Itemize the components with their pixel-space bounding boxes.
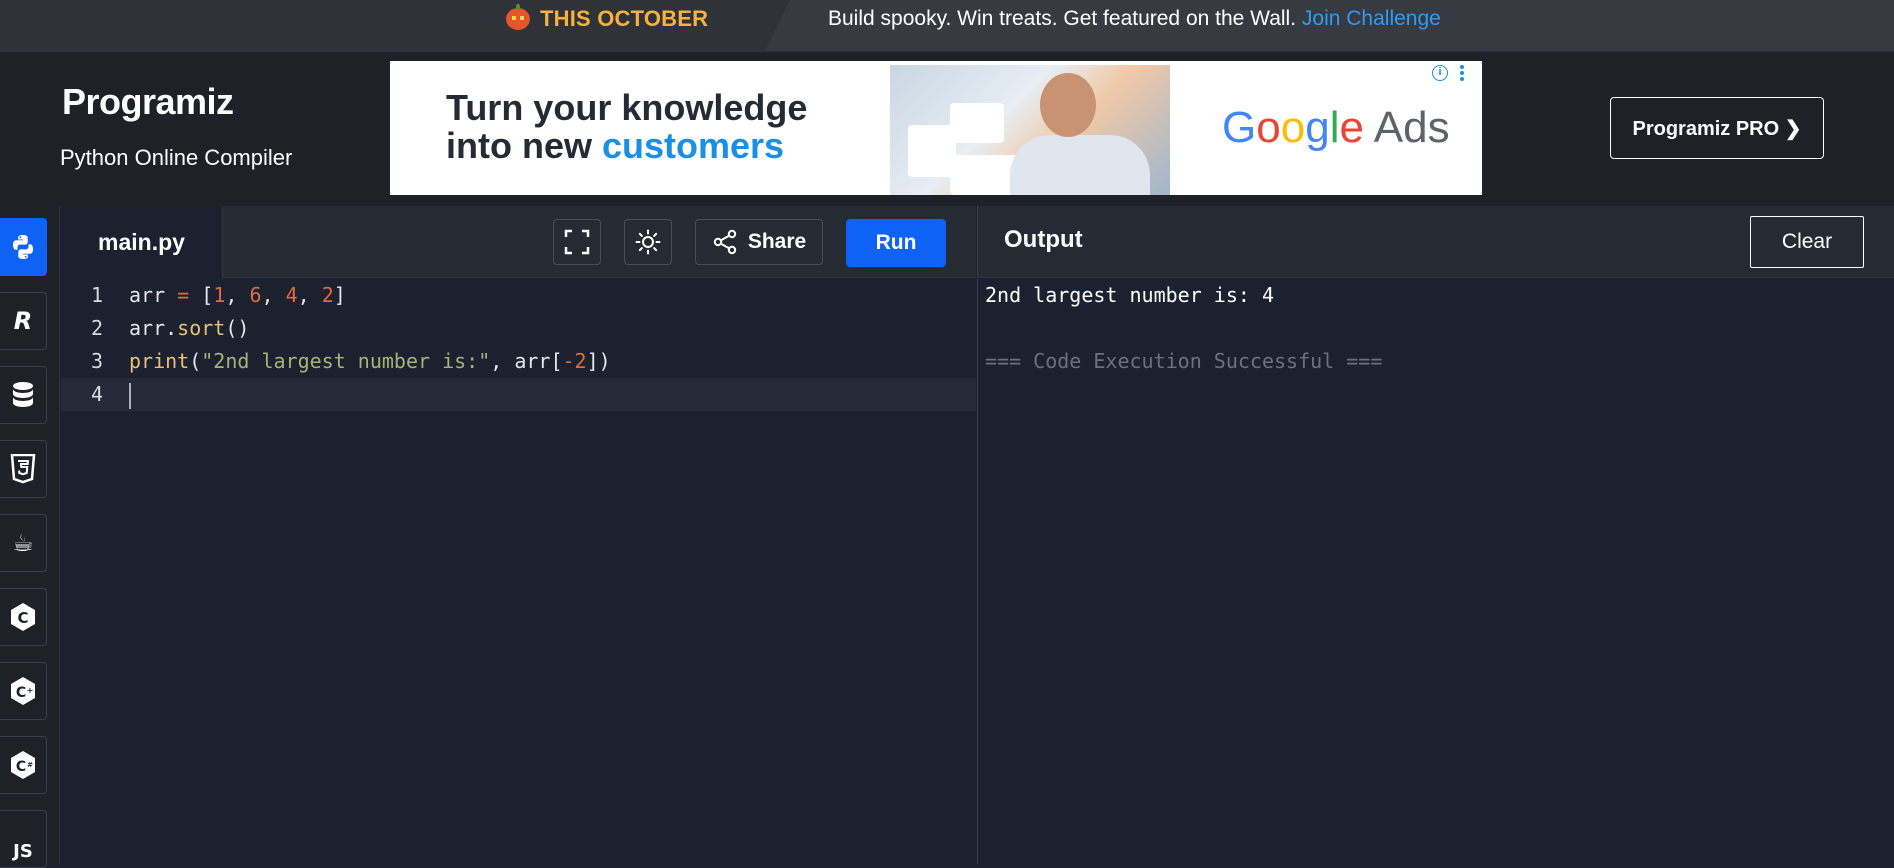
clear-button[interactable]: Clear [1750,216,1864,268]
output-console: 2nd largest number is: 4 === Code Execut… [977,279,1894,864]
lang-cpp-button[interactable]: C + [0,662,47,720]
ad-more-icon[interactable] [1460,65,1464,83]
ad-headline-accent: customers [602,125,785,166]
fullscreen-icon [564,229,590,255]
output-header: Output Clear [977,206,1894,278]
python-icon [13,235,33,259]
code-text: arr.sort() [129,316,250,340]
ad-headline-line1: Turn your knowledge [446,87,808,128]
html5-icon [10,454,36,484]
svg-text:C: C [17,609,28,627]
cpp-icon: C + [11,677,35,705]
code-line: 1 arr = [1, 6, 4, 2] [61,279,976,312]
tab-main-py[interactable]: main.py [61,206,223,278]
output-line: 2nd largest number is: 4 [985,283,1274,307]
fullscreen-button[interactable] [553,219,601,265]
page-subtitle: Python Online Compiler [60,145,293,170]
line-number: 1 [90,283,103,307]
code-editor[interactable]: 1 arr = [1, 6, 4, 2] 2 arr.sort() 3 prin… [61,279,976,864]
svg-text:+: + [27,686,34,695]
output-status-line: === Code Execution Successful === [985,349,1383,373]
google-ads-banner[interactable]: Turn your knowledge into new customers G… [390,61,1482,195]
svg-text:#: # [27,761,33,769]
promo-highlight: THIS OCTOBER [540,6,709,31]
r-icon: R [13,307,33,335]
svg-text:C: C [16,685,26,701]
language-sidebar: R ☕ C C + C # JS [0,206,60,868]
lang-csharp-button[interactable]: C # [0,736,47,794]
text-cursor [129,382,131,409]
code-line: 3 print("2nd largest number is:", arr[-2… [61,345,976,378]
line-number: 2 [90,316,103,340]
run-button[interactable]: Run [846,219,946,267]
java-icon: ☕ [12,529,34,557]
lang-sql-button[interactable] [0,366,47,424]
lang-c-button[interactable]: C [0,588,47,646]
sun-icon [635,229,661,255]
code-line-current: 4 [61,378,976,411]
google-ads-logo: Google Ads [1222,103,1450,152]
svg-text:C: C [16,759,26,775]
promo-banner: THIS OCTOBER Build spooky. Win treats. G… [0,0,1894,52]
ad-photo-image [890,65,1170,195]
theme-toggle-button[interactable] [624,219,672,265]
share-button[interactable]: Share [695,219,823,265]
code-text [129,378,131,411]
programiz-logo[interactable]: Programiz [62,81,234,123]
js-icon: JS [13,840,33,862]
lang-python-button[interactable] [0,218,47,276]
c-icon: C [11,603,35,631]
promo-message: Build spooky. Win treats. Get featured o… [828,7,1441,31]
programiz-pro-button[interactable]: Programiz PRO ❯ [1610,97,1824,159]
ad-headline-line2-start: into new [446,125,602,166]
share-icon [713,229,737,255]
ad-headline-line2: into new customers [446,127,807,165]
code-line: 2 arr.sort() [61,312,976,345]
pumpkin-icon [506,4,530,30]
output-title: Output [1004,226,1083,253]
code-text: arr = [1, 6, 4, 2] [129,283,346,307]
line-number: 3 [90,349,103,373]
lang-js-button[interactable]: JS [0,810,47,868]
lang-java-button[interactable]: ☕ [0,514,47,572]
code-text: print("2nd largest number is:", arr[-2]) [129,349,611,373]
editor-toolbar: main.py Share Run [61,206,976,278]
site-header: Programiz Python Online Compiler Turn yo… [0,53,1894,206]
join-challenge-link[interactable]: Join Challenge [1302,7,1441,30]
ad-headline: Turn your knowledge into new customers [446,89,807,165]
lang-r-button[interactable]: R [0,292,47,350]
share-label: Share [747,230,807,253]
csharp-icon: C # [11,751,35,779]
line-number: 4 [90,382,103,406]
lang-html-button[interactable] [0,440,47,498]
ad-info-icon[interactable]: i [1432,65,1448,81]
promo-message-text: Build spooky. Win treats. Get featured o… [828,7,1297,30]
database-icon [13,382,33,407]
